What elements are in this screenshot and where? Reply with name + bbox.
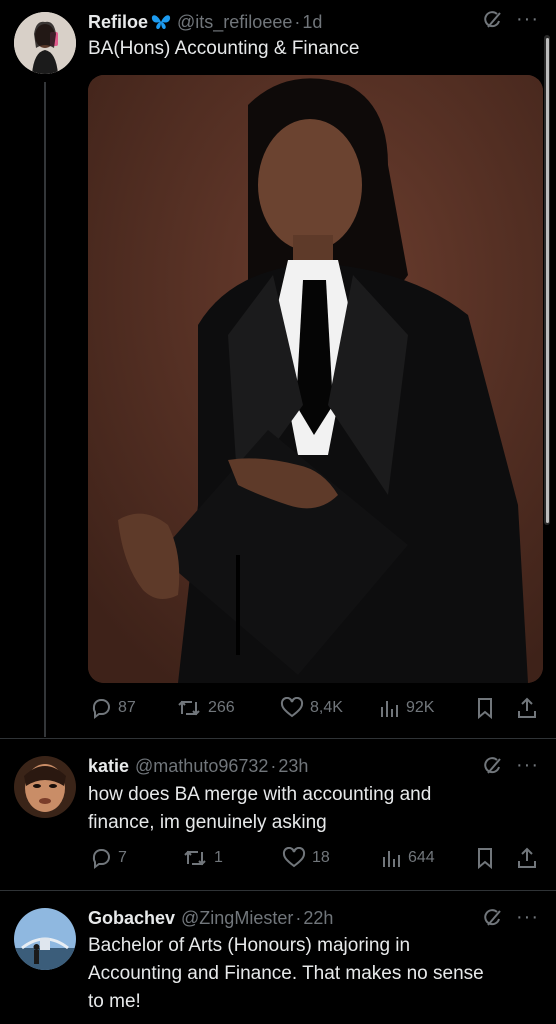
- reply-text: how does BA merge with accounting and fi…: [88, 781, 431, 837]
- reply-button[interactable]: 87: [90, 697, 136, 719]
- like-button[interactable]: 18: [282, 847, 330, 869]
- views-button[interactable]: 644: [380, 847, 435, 869]
- reply-time[interactable]: 23h: [278, 756, 308, 777]
- more-icon[interactable]: ···: [516, 754, 539, 777]
- repost-count: 266: [208, 699, 235, 716]
- author-handle[interactable]: @its_refiloeee: [177, 12, 292, 33]
- reply-count: 7: [118, 849, 127, 866]
- tweet-photo[interactable]: [88, 75, 543, 683]
- dot-separator: ·: [295, 907, 302, 928]
- more-icon[interactable]: ···: [516, 906, 539, 929]
- reply-text-line: to me!: [88, 991, 141, 1012]
- reply-author-handle[interactable]: @mathuto96732: [135, 756, 268, 777]
- views-icon: [381, 701, 398, 717]
- scrollbar-thumb[interactable]: [546, 38, 549, 523]
- more-icon[interactable]: ···: [516, 8, 539, 31]
- share-icon: [518, 847, 536, 868]
- dot-separator: ·: [270, 755, 277, 776]
- like-count: 18: [312, 849, 330, 866]
- reply-text-line: Accounting and Finance. That makes no se…: [88, 963, 484, 984]
- reply-text-line: how does BA merge with accounting and: [88, 784, 432, 805]
- like-button[interactable]: 8,4K: [280, 697, 343, 719]
- repost-count: 1: [214, 849, 223, 866]
- reply-author-handle[interactable]: @ZingMiester: [181, 908, 293, 929]
- thread-line: [44, 82, 46, 737]
- bookmark-button[interactable]: [475, 697, 495, 719]
- grok-icon[interactable]: [483, 908, 503, 933]
- like-count: 8,4K: [310, 699, 343, 716]
- reply-text-line: finance, im genuinely asking: [88, 812, 327, 833]
- tweet-text: BA(Hons) Accounting & Finance: [88, 38, 360, 59]
- author-name[interactable]: Refiloe: [88, 12, 148, 33]
- divider: [0, 890, 556, 891]
- divider: [0, 738, 556, 739]
- repost-button[interactable]: 266: [176, 697, 235, 719]
- like-icon: [280, 697, 304, 718]
- butterfly-icon: [151, 13, 171, 31]
- like-icon: [282, 847, 306, 868]
- reply-icon: [92, 699, 110, 719]
- bookmark-icon: [478, 848, 492, 869]
- repost-icon: [178, 700, 200, 716]
- views-icon: [383, 851, 400, 867]
- share-icon: [518, 697, 536, 718]
- grok-icon[interactable]: [483, 756, 503, 781]
- repost-button[interactable]: 1: [182, 847, 223, 869]
- reply-text-line: Bachelor of Arts (Honours) majoring in: [88, 935, 411, 956]
- tweet-header: Refiloe @its_refiloeee · 1d: [88, 10, 322, 34]
- avatar-gobachev[interactable]: [14, 908, 76, 970]
- reply-time[interactable]: 22h: [303, 908, 333, 929]
- share-button[interactable]: [516, 697, 538, 719]
- tweet-time[interactable]: 1d: [302, 12, 322, 33]
- reply-author-name[interactable]: katie: [88, 756, 129, 777]
- reply-header: Gobachev @ZingMiester · 22h: [88, 906, 333, 930]
- reply-author-name[interactable]: Gobachev: [88, 908, 175, 929]
- reply-header: katie @mathuto96732 · 23h: [88, 754, 308, 778]
- reply-icon: [92, 849, 110, 869]
- bookmark-button[interactable]: [475, 847, 495, 869]
- bookmark-icon: [478, 698, 492, 719]
- share-button[interactable]: [516, 847, 538, 869]
- dot-separator: ·: [294, 11, 301, 32]
- views-count: 644: [408, 849, 435, 866]
- avatar-katie[interactable]: [14, 756, 76, 818]
- reply-count: 87: [118, 699, 136, 716]
- repost-icon: [184, 850, 206, 866]
- views-button[interactable]: 92K: [378, 697, 434, 719]
- views-count: 92K: [406, 699, 435, 716]
- avatar-refiloe[interactable]: [14, 12, 76, 74]
- reply-button[interactable]: 7: [90, 847, 127, 869]
- grok-icon[interactable]: [483, 10, 503, 35]
- reply-text: Bachelor of Arts (Honours) majoring in A…: [88, 932, 484, 1016]
